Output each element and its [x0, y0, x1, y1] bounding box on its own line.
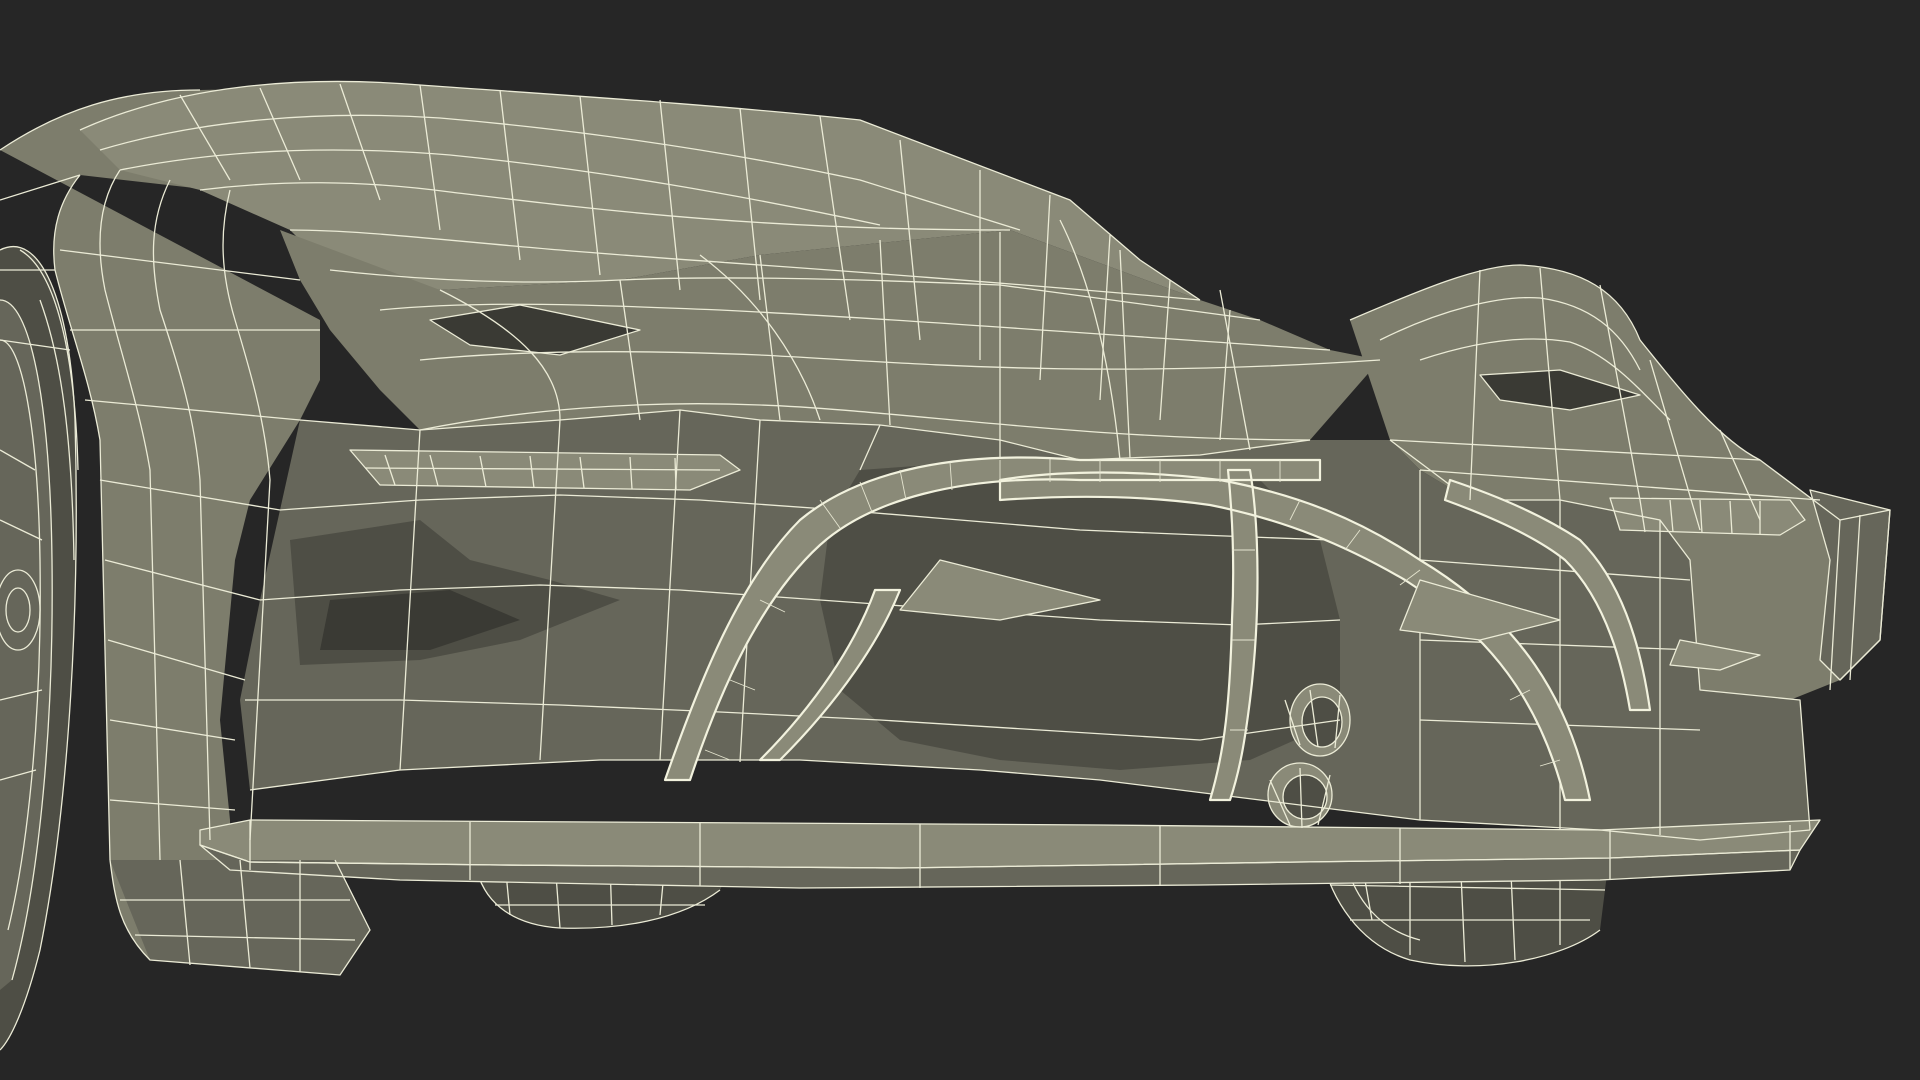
- left-headlight: [349, 449, 741, 491]
- car-wireframe-model: [0, 80, 1891, 1051]
- left-wheel: [0, 245, 79, 1051]
- render-viewport: [0, 0, 1920, 1080]
- car-body: [0, 81, 1890, 975]
